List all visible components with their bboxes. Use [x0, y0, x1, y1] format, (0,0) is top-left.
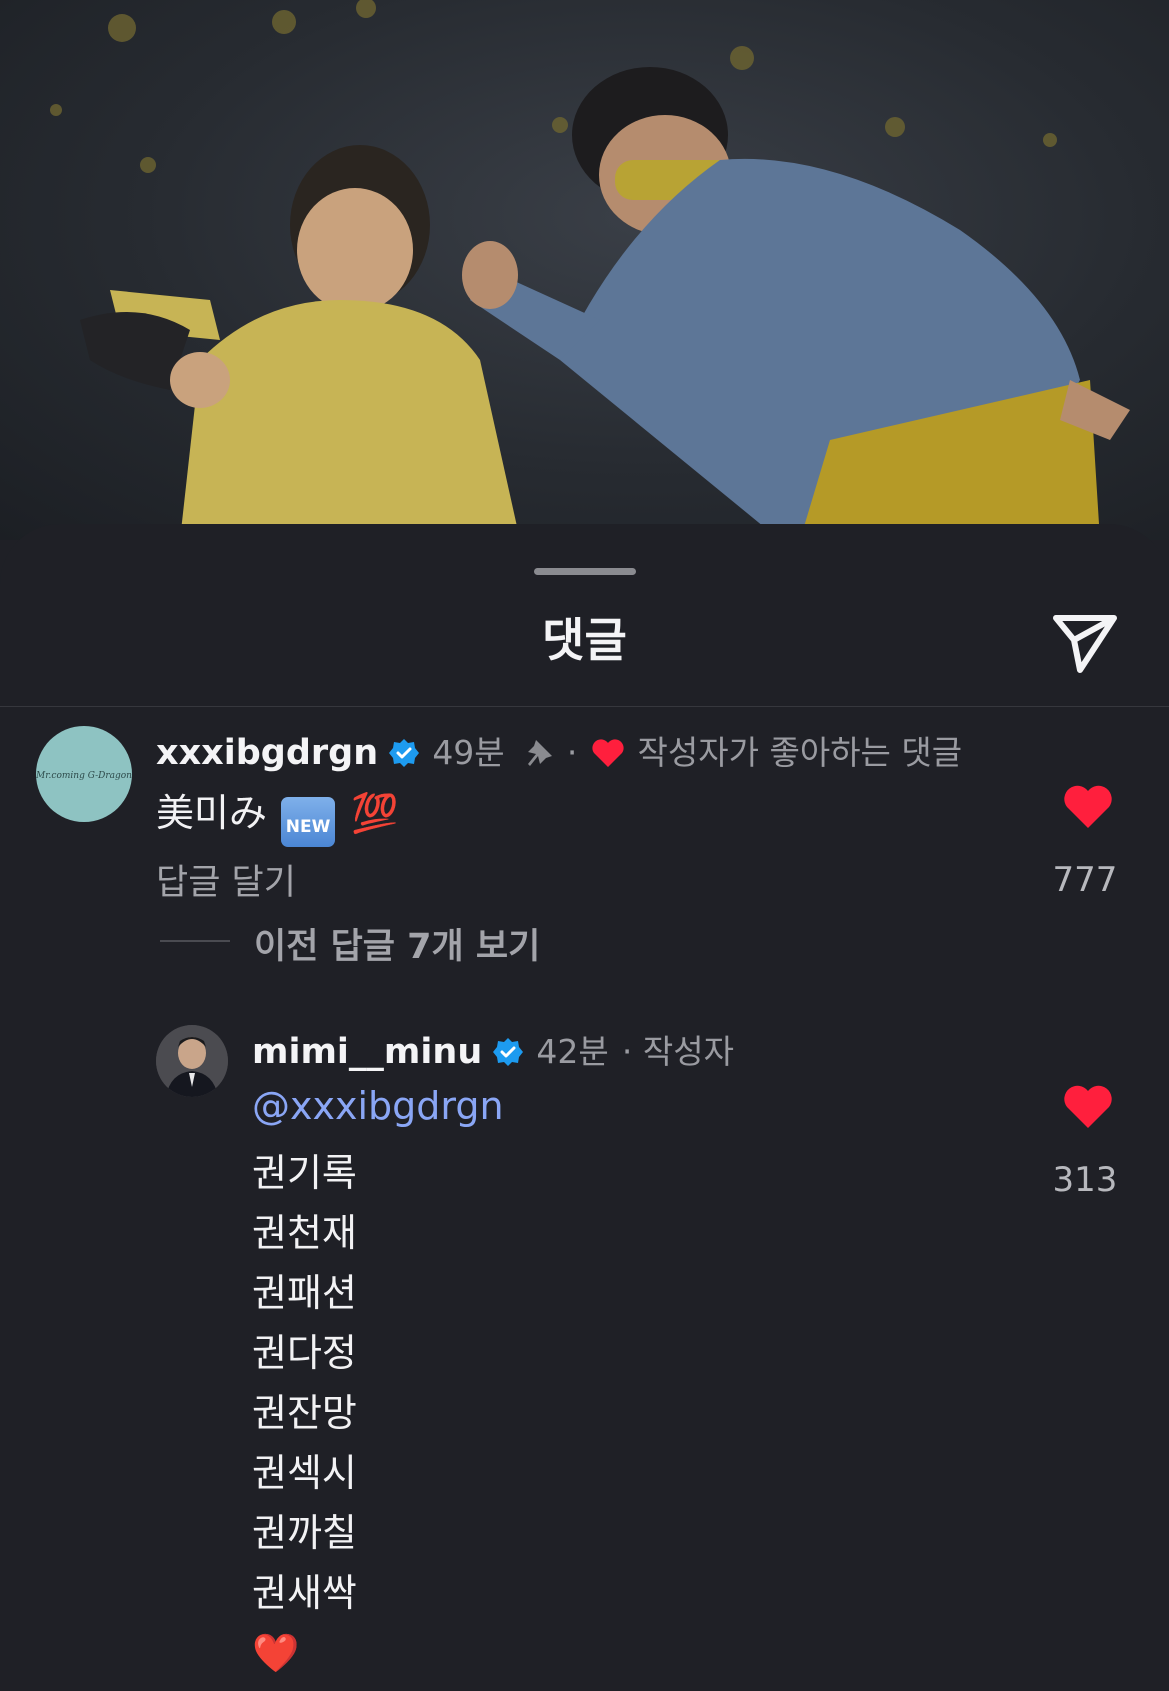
reply-line: 권잔망 [252, 1391, 357, 1435]
comment-time: 49분 [432, 733, 505, 772]
meta-separator: · [566, 733, 578, 772]
video-background [0, 0, 1169, 540]
creator-liked-label: 작성자가 좋아하는 댓글 [637, 733, 963, 772]
like-count: 313 [1052, 1160, 1118, 1200]
like-heart-icon[interactable] [1062, 1084, 1114, 1130]
reply-header: mimi__minu 42분 · 작성자 [252, 1025, 734, 1073]
hundred-points-emoji: 💯 [351, 791, 399, 835]
reply-text-lines: 권기록 권천재 권패션 권다정 권잔망 권섹시 권까칠 권새싹 ❤️ [252, 1143, 357, 1683]
sheet-grabber-handle[interactable] [534, 568, 636, 575]
reply-time: 42분 [536, 1032, 609, 1071]
reply-username[interactable]: mimi__minu [252, 1032, 482, 1072]
header-divider [0, 706, 1169, 707]
avatar[interactable]: Mr.coming G-Dragon [36, 726, 132, 822]
svg-text:Mr.coming G-Dragon: Mr.coming G-Dragon [36, 771, 132, 781]
reply-mention[interactable]: @xxxibgdrgn [252, 1084, 504, 1128]
reply-line: 권천재 [252, 1211, 357, 1255]
comment-text: 美미み NEW 💯 [156, 782, 398, 847]
avatar[interactable] [156, 1025, 228, 1097]
like-heart-icon[interactable] [1062, 784, 1114, 830]
sheet-title: 댓글 [542, 613, 627, 667]
verified-badge-icon [493, 1038, 524, 1066]
comment-text-body: 美미み [156, 791, 267, 835]
replies-divider-line [160, 940, 230, 942]
red-heart-emoji: ❤️ [252, 1631, 300, 1675]
comment-username[interactable]: xxxibgdrgn [156, 733, 378, 773]
share-send-icon[interactable] [1050, 606, 1120, 676]
reply-line: 권패션 [252, 1271, 357, 1315]
reply-line: 권새싹 [252, 1571, 357, 1615]
avatar-logo: Mr.coming G-Dragon [36, 771, 132, 781]
new-badge-emoji: NEW [281, 797, 336, 847]
creator-heart-icon [592, 739, 625, 767]
like-count: 777 [1052, 860, 1118, 900]
pin-icon [527, 740, 552, 766]
reply-line: 권섹시 [252, 1451, 357, 1495]
comment-header: xxxibgdrgn 49분 · 작성자가 좋아하는 댓글 [156, 726, 962, 774]
comments-sheet: 댓글 [0, 524, 1169, 1691]
reply-line: 권다정 [252, 1331, 357, 1375]
verified-badge-icon [389, 739, 420, 767]
video-frame-illustration [50, 0, 1130, 540]
reply-button[interactable]: 답글 달기 [156, 854, 296, 905]
view-previous-replies[interactable]: 이전 답글 7개 보기 [254, 918, 540, 969]
avatar-photo [156, 1025, 228, 1097]
reply-line: 권기록 [252, 1151, 357, 1195]
author-tag: · 작성자 [621, 1032, 734, 1071]
reply-line: 권까칠 [252, 1511, 357, 1555]
